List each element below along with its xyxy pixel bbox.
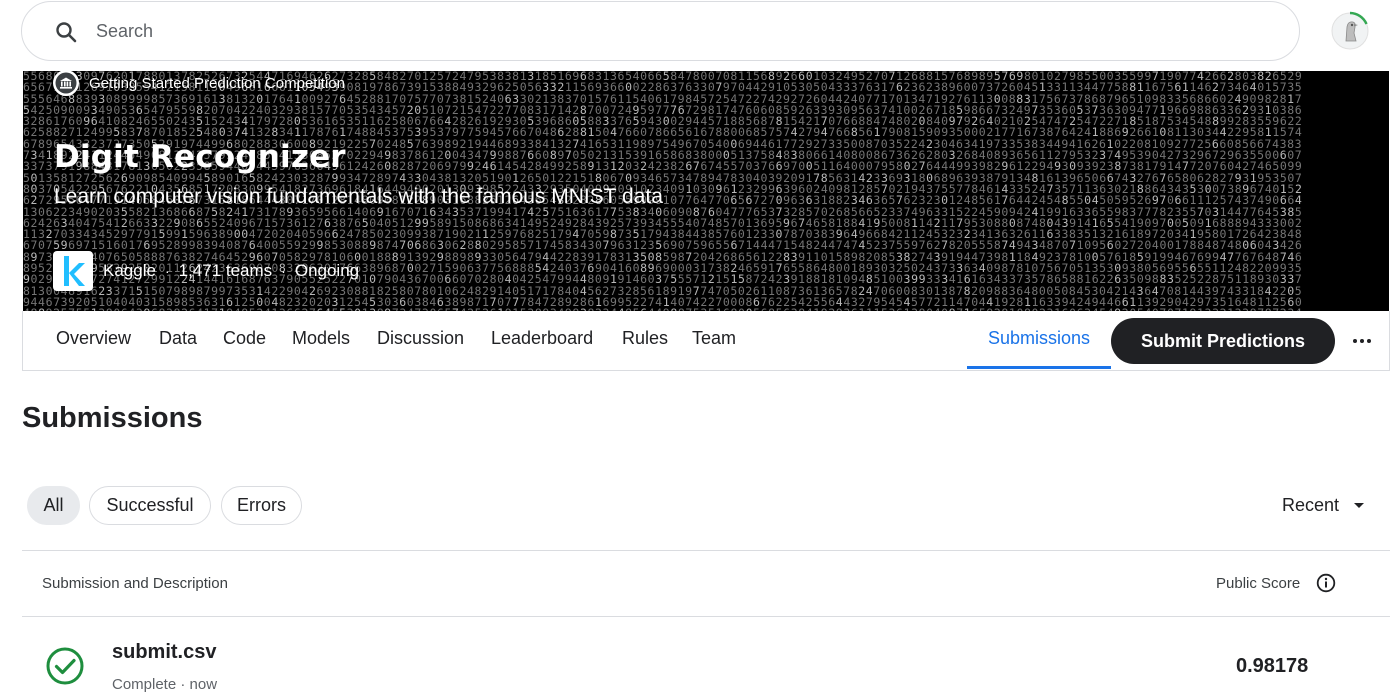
info-icon[interactable]	[1316, 573, 1336, 593]
sort-select[interactable]: Recent	[1282, 493, 1365, 517]
public-score: 0.98178	[1236, 655, 1309, 677]
user-avatar[interactable]	[1330, 11, 1370, 51]
active-tab-indicator	[967, 366, 1111, 369]
competition-kind: Getting Started Prediction Competition	[53, 71, 345, 96]
table-top-divider	[22, 550, 1390, 551]
tab-discussion[interactable]: Discussion	[377, 328, 464, 349]
tab-rules[interactable]: Rules	[622, 328, 668, 349]
search-bar[interactable]	[21, 1, 1300, 61]
competition-kind-label: Getting Started Prediction Competition	[89, 74, 345, 92]
check-circle-icon	[46, 647, 84, 685]
tab-leaderboard[interactable]: Leaderboard	[491, 328, 593, 349]
competition-banner: 5568029309762017880137825267325447169462…	[23, 71, 1389, 311]
competition-subtitle: Learn computer vision fundamentals with …	[54, 185, 663, 208]
tab-models[interactable]: Models	[292, 328, 350, 349]
more-options-icon[interactable]	[1350, 329, 1374, 353]
meta-separator: ·	[281, 263, 286, 279]
submission-meta: Complete · now	[112, 676, 218, 693]
competition-meta: Kaggle · 1,471 teams · Ongoing	[53, 251, 359, 291]
filter-chip-all[interactable]: All	[27, 486, 80, 525]
submit-predictions-button[interactable]: Submit Predictions	[1111, 318, 1335, 364]
competition-tabs: Overview Data Code Models Discussion Lea…	[22, 311, 1390, 371]
sort-label: Recent	[1282, 494, 1340, 515]
caret-down-icon	[1354, 503, 1365, 508]
filter-chip-errors[interactable]: Errors	[221, 486, 302, 525]
host-name[interactable]: Kaggle	[103, 261, 156, 281]
competition-status: Ongoing	[294, 261, 360, 280]
competition-title: Digit Recognizer	[54, 139, 346, 175]
tab-code[interactable]: Code	[223, 328, 266, 349]
tab-team[interactable]: Team	[692, 328, 736, 349]
table-header-divider	[22, 616, 1390, 617]
tab-overview[interactable]: Overview	[56, 328, 131, 349]
page-title: Submissions	[22, 402, 203, 434]
meta-separator: ·	[164, 263, 170, 279]
filter-chip-successful[interactable]: Successful	[89, 486, 211, 525]
column-header-score: Public Score	[1216, 575, 1301, 592]
tab-submissions[interactable]: Submissions	[988, 328, 1090, 349]
search-input[interactable]	[96, 16, 1246, 46]
search-icon	[56, 22, 77, 43]
tab-data[interactable]: Data	[159, 328, 197, 349]
team-count: 1,471 teams	[178, 261, 273, 280]
submission-file-name[interactable]: submit.csv	[112, 641, 216, 664]
institution-icon	[53, 71, 79, 96]
kaggle-logo[interactable]	[53, 251, 93, 291]
column-header-description: Submission and Description	[42, 575, 228, 592]
